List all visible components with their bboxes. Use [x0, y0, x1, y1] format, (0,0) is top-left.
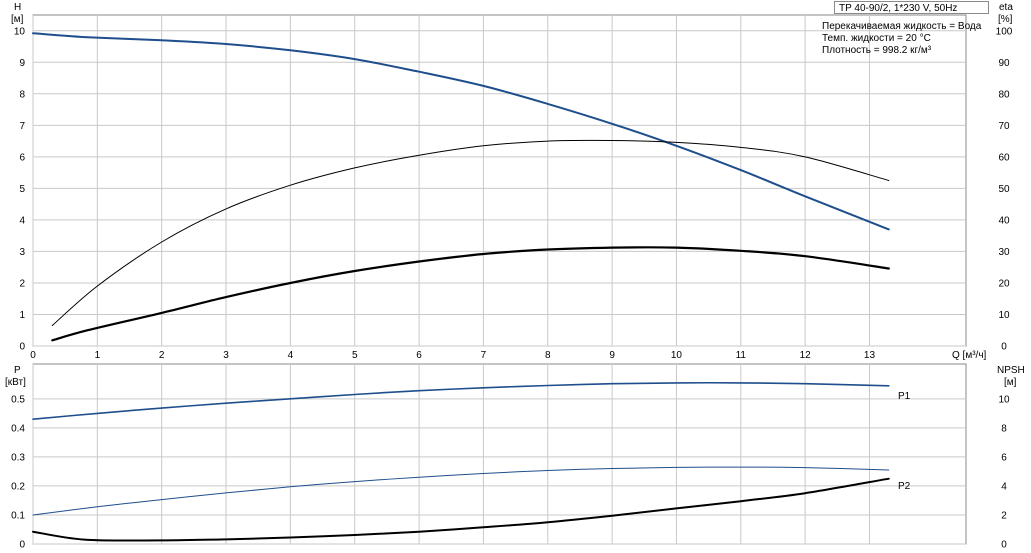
top-right-tick-label: 40 — [998, 215, 1010, 226]
top-right-tick-label: 100 — [996, 26, 1013, 37]
top-left-tick-label: 8 — [19, 89, 25, 100]
npsh-axis-label: NPSH — [997, 365, 1025, 376]
top-left-tick-label: 7 — [19, 121, 25, 132]
bottom-right-tick-label: 8 — [1001, 423, 1007, 434]
top-right-tick-label: 50 — [998, 184, 1010, 195]
bottom-left-tick-label: 0.2 — [11, 481, 25, 492]
pump-curve-chart: 01234567891001020304050607080901000 1 2 3 4 5… — [5, 2, 1025, 551]
top-plot-frame — [32, 14, 967, 347]
series-eta-total-curve — [51, 139, 890, 326]
q-tick-label: 4 — [288, 350, 294, 361]
top-right-tick-label: 80 — [998, 89, 1010, 100]
bottom-right-tick-label: 4 — [1001, 481, 1007, 492]
bottom-right-tick-label: 2 — [1001, 510, 1007, 521]
top-right-tick-label: 20 — [998, 278, 1010, 289]
series-eta-pump-curve — [51, 246, 890, 342]
bottom-left-tick-label: 0.4 — [11, 423, 25, 434]
q-tick-label: 7 — [481, 350, 487, 361]
q-tick-label: 5 — [352, 350, 358, 361]
series-label-p1: P1 — [898, 391, 911, 402]
bottom-plot-frame — [32, 363, 967, 545]
h-axis-unit: [м] — [11, 14, 24, 25]
series-label-p2: P2 — [898, 481, 911, 492]
q-tick-label: 9 — [609, 350, 615, 361]
bottom-right-tick-label: 10 — [998, 394, 1010, 405]
q-tick-label: 6 — [416, 350, 422, 361]
q-tick-label: 10 — [671, 350, 683, 361]
bottom-left-tick-label: 0.3 — [11, 452, 25, 463]
bottom-left-tick-label: 0 — [19, 540, 25, 551]
top-left-tick-label: 0 — [19, 342, 25, 353]
q-tick-label: 8 — [545, 350, 551, 361]
q-axis-label: Q [м³/ч] — [952, 350, 987, 361]
top-left-tick-label: 9 — [19, 58, 25, 69]
top-right-tick-label: 30 — [998, 247, 1010, 258]
top-left-tick-label: 6 — [19, 152, 25, 163]
q-tick-label: 3 — [223, 350, 229, 361]
q-tick-label: 12 — [800, 350, 812, 361]
q-tick-label: 0 — [30, 350, 36, 361]
p-axis-unit: [кВт] — [5, 377, 26, 388]
info-temperature: Темп. жидкости = 20 °C — [822, 33, 931, 44]
info-liquid: Перекачиваемая жидкость = Вода — [822, 21, 982, 32]
pump-model-box: TP 40-90/2, 1*230 V, 50Hz — [834, 1, 989, 14]
bottom-left-tick-label: 0.1 — [11, 510, 25, 521]
top-left-tick-label: 2 — [19, 278, 25, 289]
bottom-plot-grid — [32, 363, 967, 545]
eta-axis-label: eta — [999, 2, 1013, 13]
top-left-tick-label: 5 — [19, 184, 25, 195]
h-axis-label: H — [14, 2, 21, 13]
bottom-right-tick-label: 0 — [1001, 540, 1007, 551]
npsh-axis-unit: [м] — [1004, 377, 1017, 388]
top-left-tick-label: 10 — [14, 26, 26, 37]
top-right-tick-label: 60 — [998, 152, 1010, 163]
bottom-left-tick-label: 0.5 — [11, 394, 25, 405]
top-right-tick-label: 90 — [998, 58, 1010, 69]
eta-axis-unit: [%] — [998, 14, 1013, 25]
top-right-tick-label: 70 — [998, 121, 1010, 132]
info-density: Плотность = 998.2 кг/м³ — [822, 45, 932, 56]
q-tick-label: 13 — [864, 350, 876, 361]
top-left-tick-label: 3 — [19, 247, 25, 258]
top-right-tick-label: 0 — [1001, 342, 1007, 353]
q-tick-label: 11 — [736, 350, 747, 361]
p-axis-label: P — [14, 365, 21, 376]
q-tick-label: 2 — [159, 350, 165, 361]
top-left-tick-label: 1 — [19, 310, 25, 321]
bottom-right-tick-label: 6 — [1001, 452, 1007, 463]
top-left-tick-label: 4 — [19, 215, 25, 226]
q-tick-label: 1 — [95, 350, 101, 361]
top-plot-grid — [32, 14, 967, 347]
top-right-tick-label: 10 — [998, 310, 1010, 321]
